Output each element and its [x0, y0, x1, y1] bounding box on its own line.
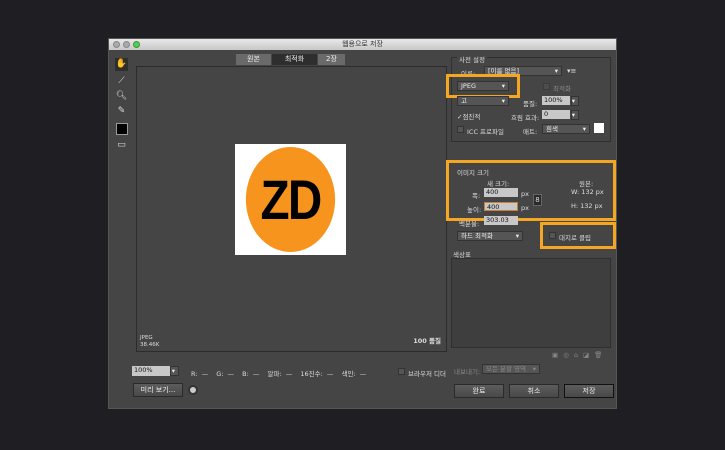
- width-label: 폭:: [472, 192, 481, 200]
- blur-label: 흐림 효과:: [511, 114, 540, 122]
- clip-to-artboard-checkbox[interactable]: [549, 232, 556, 239]
- color-readout: R: — G: — B: — 알파: — 16진수: — 색인: —: [191, 370, 367, 378]
- minimize-button[interactable]: [123, 41, 130, 48]
- percent-input[interactable]: 303.03: [484, 216, 518, 225]
- image-preview: ZD: [235, 144, 346, 255]
- save-for-web-dialog: 웹용으로 저장 원본 최적화 2장 ✋ ⟋ 🔍︎ ✎ ▭ ZD JPEG 38.4…: [108, 38, 617, 409]
- tab-optimized[interactable]: 최적화: [272, 54, 317, 65]
- zoom-level-dropdown[interactable]: [170, 366, 179, 376]
- image-size-title: 이미지 크기: [457, 169, 489, 177]
- slice-select-icon[interactable]: ⟋: [115, 75, 128, 88]
- blur-input[interactable]: 0: [542, 110, 570, 119]
- matte-color-swatch[interactable]: [594, 123, 604, 133]
- window-title: 웹용으로 저장: [342, 40, 383, 48]
- preset-menu-icon[interactable]: ▾≡: [567, 67, 576, 75]
- icc-profile-checkbox[interactable]: [457, 126, 464, 133]
- zoom-icon[interactable]: 🔍︎: [115, 90, 128, 103]
- browser-dither-label: 브라우저 디더: [408, 370, 446, 378]
- resample-dropdown[interactable]: 하드 최적화: [457, 231, 523, 241]
- optimized-label: 최적화: [553, 85, 571, 93]
- eyedropper-icon[interactable]: ✎: [115, 105, 128, 118]
- height-input[interactable]: 400: [484, 202, 518, 211]
- clip-to-artboard-label: 대지로 클립: [559, 234, 591, 242]
- toggle-slices-icon[interactable]: ▭: [115, 139, 128, 152]
- title-bar: 웹용으로 저장: [109, 39, 616, 50]
- matte-dropdown[interactable]: 흰색: [542, 124, 590, 134]
- original-height: H: 132 px: [571, 202, 603, 210]
- save-button[interactable]: 저장: [564, 384, 614, 398]
- preview-quality: 100 품질: [413, 337, 441, 345]
- new-size-label: 새 크기:: [487, 180, 510, 188]
- progressive-checkbox[interactable]: ✓점진적: [457, 111, 480, 121]
- quality-level-dropdown[interactable]: 고: [457, 96, 509, 106]
- preview-button[interactable]: 미리 보기...: [133, 383, 183, 397]
- quality-label: 품질:: [523, 100, 538, 108]
- export-dropdown[interactable]: 모든 분할 영역: [482, 364, 540, 374]
- export-label: 내보내기:: [454, 368, 481, 376]
- percent-label: 백분율:: [459, 220, 480, 228]
- width-unit: px: [521, 190, 529, 198]
- preset-title: 사전 설정: [457, 54, 487, 64]
- browser-globe-icon[interactable]: [188, 385, 198, 395]
- close-button[interactable]: [113, 41, 120, 48]
- blur-slider-button[interactable]: [571, 110, 579, 120]
- zoom-button[interactable]: [133, 41, 140, 48]
- height-unit: px: [521, 204, 529, 212]
- width-input[interactable]: 400: [484, 188, 518, 197]
- hand-icon[interactable]: ✋: [115, 58, 128, 71]
- preview-format: JPEG 38.46K: [140, 335, 160, 348]
- cancel-button[interactable]: 취소: [509, 384, 559, 398]
- color-table-icons[interactable]: ▣◎⌂◪🗑︎: [552, 351, 607, 359]
- optimized-checkbox[interactable]: [543, 83, 550, 90]
- height-label: 높이:: [467, 206, 482, 214]
- original-label: 원본:: [579, 180, 594, 188]
- original-width: W: 132 px: [571, 188, 604, 196]
- color-table: [451, 258, 611, 348]
- color-swatch[interactable]: [116, 123, 128, 135]
- icc-profile-label: ICC 프로파일: [467, 128, 504, 136]
- quality-slider-button[interactable]: [571, 96, 579, 106]
- tab-original[interactable]: 원본: [236, 54, 271, 65]
- preview-area: ZD JPEG 38.46K 100 품질: [136, 66, 447, 352]
- zd-logo: ZD: [245, 147, 336, 252]
- format-dropdown[interactable]: JPEG: [457, 81, 509, 91]
- quality-input[interactable]: 100%: [542, 96, 570, 105]
- matte-label: 매트:: [523, 128, 538, 136]
- browser-dither-checkbox[interactable]: [398, 368, 405, 375]
- done-button[interactable]: 완료: [454, 384, 504, 398]
- link-constrain-icon[interactable]: 8: [533, 194, 542, 206]
- tab-2up[interactable]: 2장: [318, 54, 345, 65]
